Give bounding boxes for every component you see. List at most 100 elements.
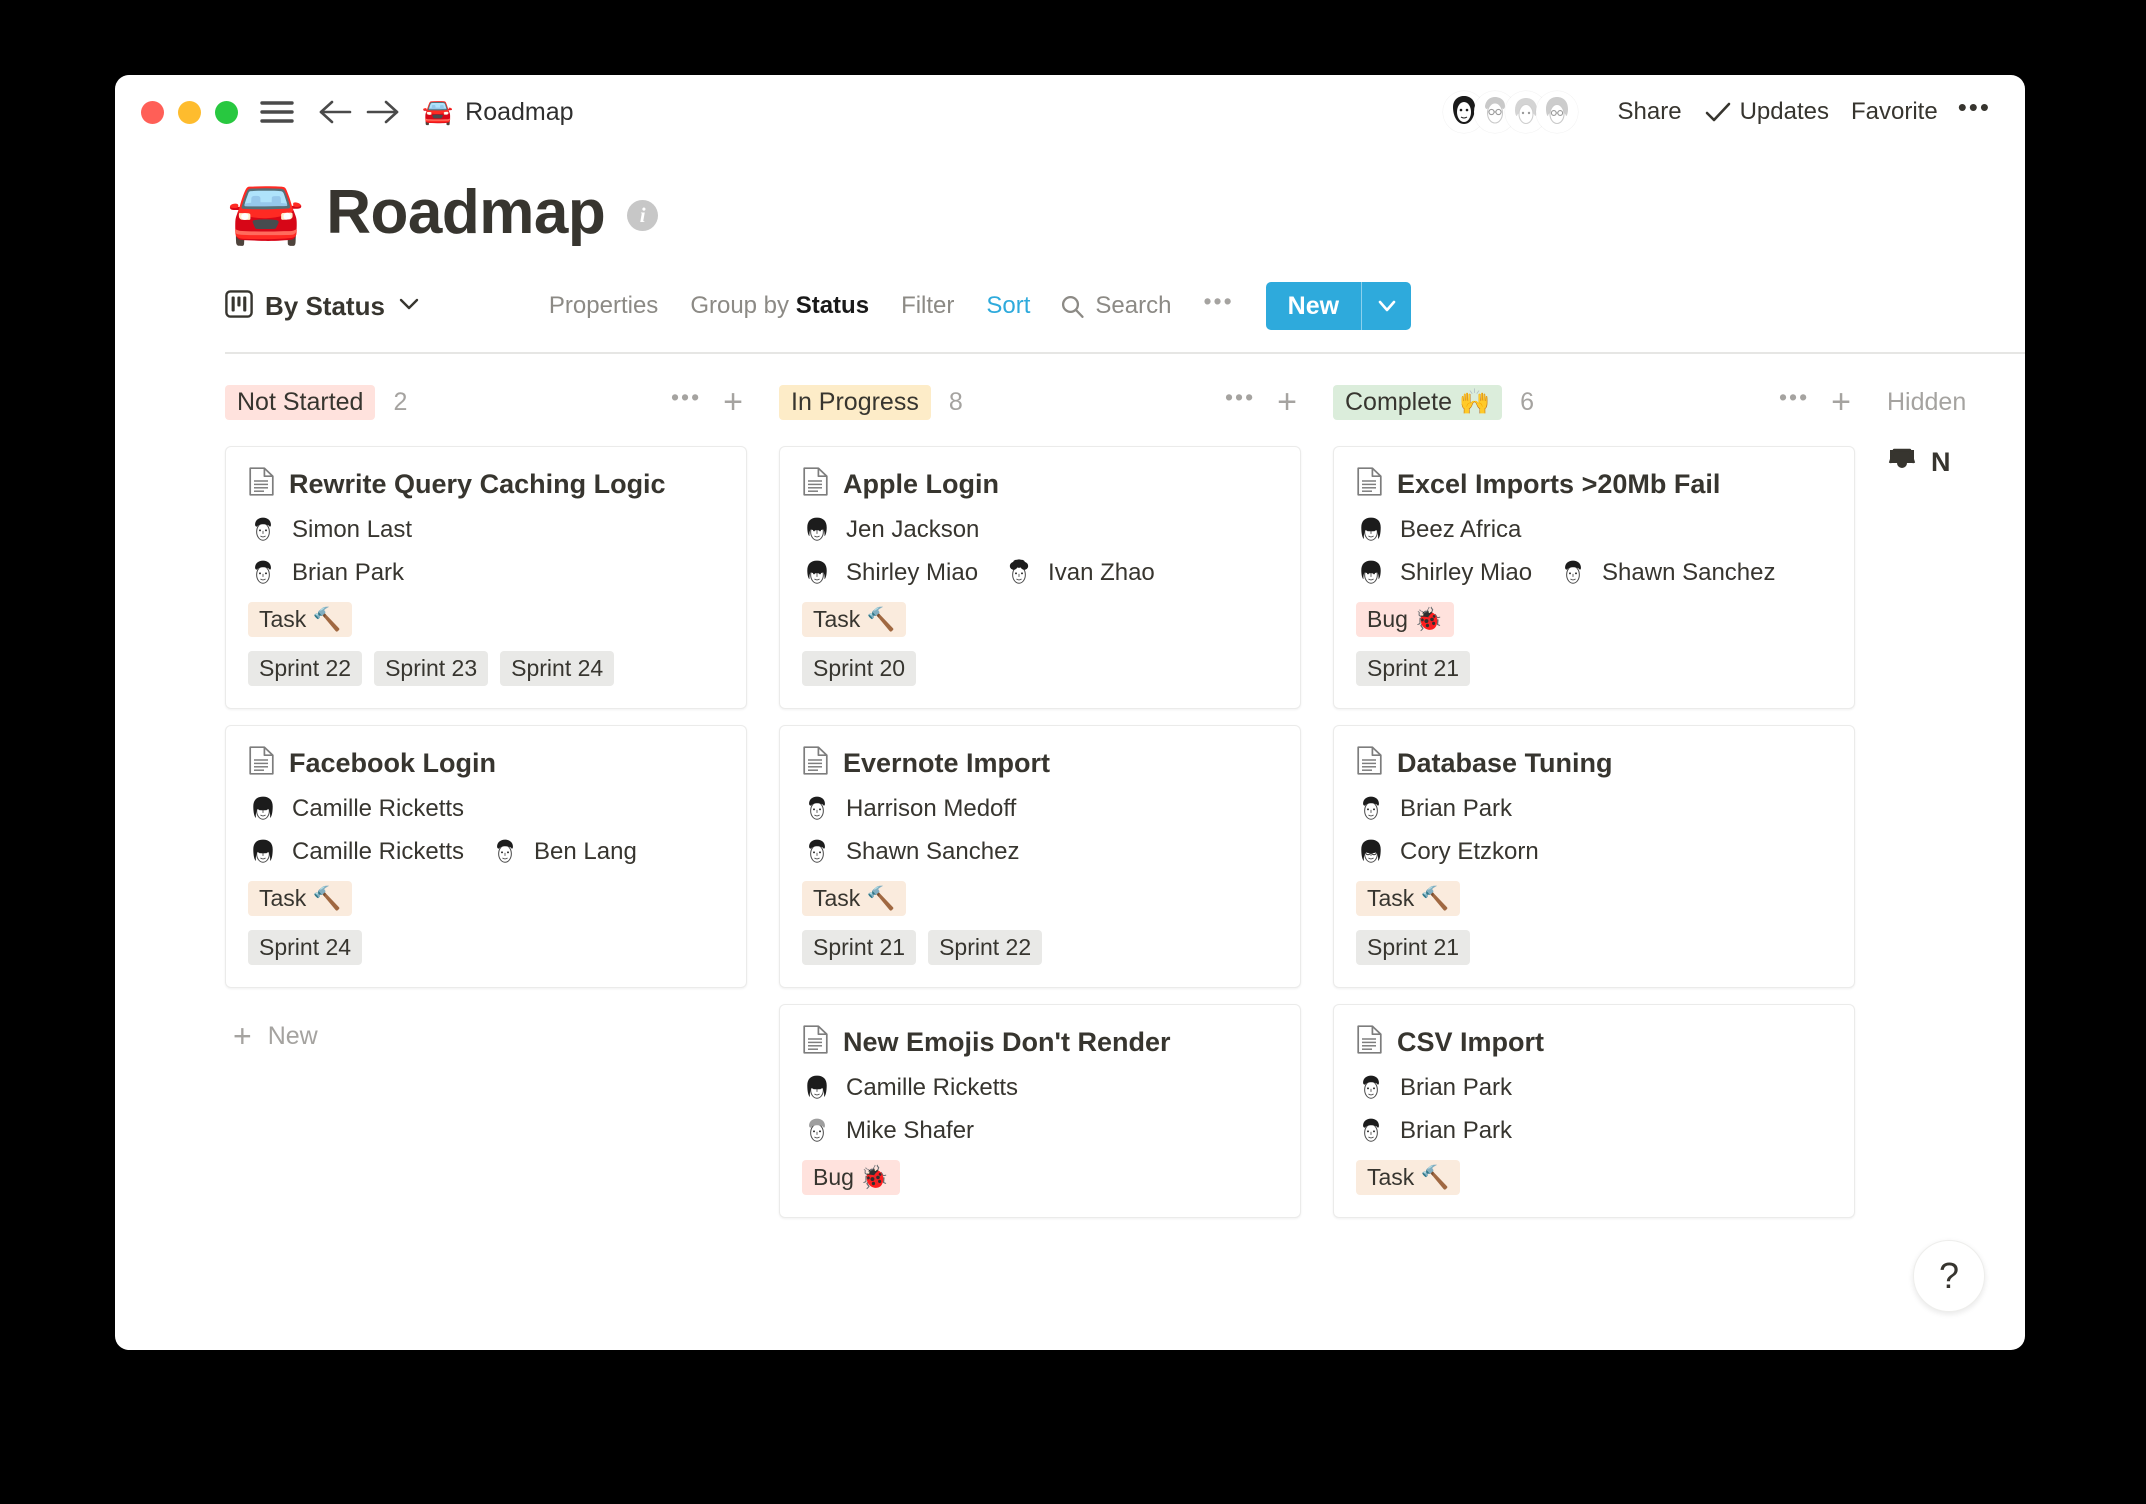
group-by-button[interactable]: Group by Status	[674, 286, 885, 326]
minimize-window-button[interactable]	[178, 101, 201, 124]
person-name: Camille Ricketts	[292, 838, 464, 866]
person[interactable]: Shawn Sanchez	[1558, 558, 1775, 588]
person[interactable]: Camille Ricketts	[802, 1073, 1018, 1103]
help-button[interactable]: ?	[1913, 1240, 1985, 1312]
board-card[interactable]: Rewrite Query Caching LogicSimon LastBri…	[225, 446, 747, 709]
column-add-card-icon[interactable]: +	[723, 385, 743, 419]
forward-arrow-icon[interactable]	[366, 98, 400, 126]
column-new-card-button[interactable]: +New	[225, 1004, 747, 1068]
close-window-button[interactable]	[141, 101, 164, 124]
info-icon[interactable]: i	[627, 200, 658, 231]
person[interactable]: Harrison Medoff	[802, 794, 1016, 824]
page-doc-icon	[1356, 467, 1383, 501]
card-sprint-tag[interactable]: Sprint 21	[1356, 651, 1470, 686]
person[interactable]: Brian Park	[1356, 794, 1512, 824]
person[interactable]: Shirley Miao	[802, 558, 978, 588]
favorite-button[interactable]: Favorite	[1841, 92, 1948, 132]
new-button-chevron-down-icon[interactable]	[1361, 282, 1411, 330]
person[interactable]: Brian Park	[1356, 1073, 1512, 1103]
person[interactable]: Camille Ricketts	[248, 837, 464, 867]
person-avatar-icon	[802, 837, 832, 867]
updates-button[interactable]: Updates	[1704, 98, 1829, 126]
board-card[interactable]: Evernote ImportHarrison MedoffShawn Sanc…	[779, 725, 1301, 988]
person[interactable]: Beez Africa	[1356, 515, 1521, 545]
column-status-chip[interactable]: In Progress	[779, 385, 931, 420]
page-emoji-icon[interactable]: 🚘	[227, 182, 304, 244]
card-sprint-tag[interactable]: Sprint 20	[802, 651, 916, 686]
column-more-options-icon[interactable]: •••	[1225, 384, 1255, 421]
view-more-options-icon[interactable]: •••	[1187, 288, 1249, 325]
search-button[interactable]: Search	[1046, 286, 1187, 326]
person-avatar-icon	[248, 794, 278, 824]
titlebar-actions: Share Updates Favorite •••	[1443, 75, 1997, 149]
card-owner-row: Camille Ricketts	[248, 794, 724, 824]
person[interactable]: Mike Shafer	[802, 1116, 974, 1146]
page-doc-icon	[248, 467, 275, 501]
card-sprint-tag[interactable]: Sprint 21	[1356, 930, 1470, 965]
board-card[interactable]: New Emojis Don't RenderCamille RickettsM…	[779, 1004, 1301, 1218]
board-card[interactable]: Database TuningBrian ParkCory EtzkornTas…	[1333, 725, 1855, 988]
card-type-tag[interactable]: Bug 🐞	[1356, 602, 1454, 637]
window-more-options-icon[interactable]: •••	[1948, 92, 1997, 133]
card-sprint-tag[interactable]: Sprint 23	[374, 651, 488, 686]
card-assignee-row: Shirley Miao Shawn Sanchez	[1356, 558, 1832, 588]
page-doc-icon	[802, 746, 829, 780]
card-sprint-tag[interactable]: Sprint 22	[928, 930, 1042, 965]
person[interactable]: Shawn Sanchez	[802, 837, 1019, 867]
person[interactable]: Jen Jackson	[802, 515, 979, 545]
person[interactable]: Ivan Zhao	[1004, 558, 1155, 588]
board-view-icon	[225, 290, 253, 323]
card-type-tag[interactable]: Task 🔨	[248, 602, 352, 637]
person[interactable]: Brian Park	[248, 558, 404, 588]
person[interactable]: Ben Lang	[490, 837, 637, 867]
card-type-tag[interactable]: Task 🔨	[1356, 881, 1460, 916]
person-name: Brian Park	[292, 559, 404, 587]
board-card[interactable]: CSV ImportBrian ParkBrian ParkTask 🔨	[1333, 1004, 1855, 1218]
column-status-chip[interactable]: Not Started	[225, 385, 375, 420]
board-card[interactable]: Apple LoginJen JacksonShirley MiaoIvan Z…	[779, 446, 1301, 709]
person[interactable]: Brian Park	[1356, 1116, 1512, 1146]
card-type-tag[interactable]: Task 🔨	[802, 881, 906, 916]
person-avatar-icon	[490, 837, 520, 867]
app-window: 🚘 Roadmap	[115, 75, 2025, 1350]
column-status-chip[interactable]: Complete 🙌	[1333, 385, 1502, 420]
sort-button[interactable]: Sort	[970, 286, 1046, 326]
person-name: Jen Jackson	[846, 516, 979, 544]
card-sprint-tag[interactable]: Sprint 24	[500, 651, 614, 686]
avatar[interactable]	[1536, 91, 1578, 133]
view-selector[interactable]: By Status	[225, 290, 421, 323]
view-toolbar-actions: Properties Group by Status Filter Sort S…	[533, 282, 1411, 330]
person[interactable]: Camille Ricketts	[248, 794, 464, 824]
column-add-card-icon[interactable]: +	[1831, 385, 1851, 419]
breadcrumb[interactable]: 🚘 Roadmap	[422, 98, 574, 127]
column-more-options-icon[interactable]: •••	[671, 384, 701, 421]
hidden-column-row[interactable]: N	[1887, 446, 2025, 479]
card-sprint-tag[interactable]: Sprint 24	[248, 930, 362, 965]
card-type-tag[interactable]: Task 🔨	[802, 602, 906, 637]
card-type-tag[interactable]: Bug 🐞	[802, 1160, 900, 1195]
card-sprint-tag[interactable]: Sprint 21	[802, 930, 916, 965]
board-card[interactable]: Excel Imports >20Mb FailBeez AfricaShirl…	[1333, 446, 1855, 709]
collaborator-avatars[interactable]	[1443, 91, 1578, 133]
person[interactable]: Simon Last	[248, 515, 412, 545]
card-type-tag[interactable]: Task 🔨	[1356, 1160, 1460, 1195]
board-card[interactable]: Facebook LoginCamille RickettsCamille Ri…	[225, 725, 747, 988]
properties-button[interactable]: Properties	[533, 286, 674, 326]
hamburger-menu-icon[interactable]	[260, 99, 294, 125]
card-type-tag[interactable]: Task 🔨	[248, 881, 352, 916]
person-avatar-icon	[1004, 558, 1034, 588]
card-sprint-tag[interactable]: Sprint 22	[248, 651, 362, 686]
maximize-window-button[interactable]	[215, 101, 238, 124]
column-more-options-icon[interactable]: •••	[1779, 384, 1809, 421]
hidden-row-label: N	[1931, 447, 1951, 478]
filter-button[interactable]: Filter	[885, 286, 970, 326]
group-by-prefix: Group by	[690, 292, 795, 319]
card-assignee-row: Camille Ricketts Ben Lang	[248, 837, 724, 867]
person[interactable]: Cory Etzkorn	[1356, 837, 1539, 867]
back-arrow-icon[interactable]	[318, 98, 352, 126]
share-button[interactable]: Share	[1608, 92, 1692, 132]
column-add-card-icon[interactable]: +	[1277, 385, 1297, 419]
person[interactable]: Shirley Miao	[1356, 558, 1532, 588]
hidden-column-label[interactable]: Hidden	[1887, 380, 2025, 424]
new-button[interactable]: New	[1266, 282, 1411, 330]
